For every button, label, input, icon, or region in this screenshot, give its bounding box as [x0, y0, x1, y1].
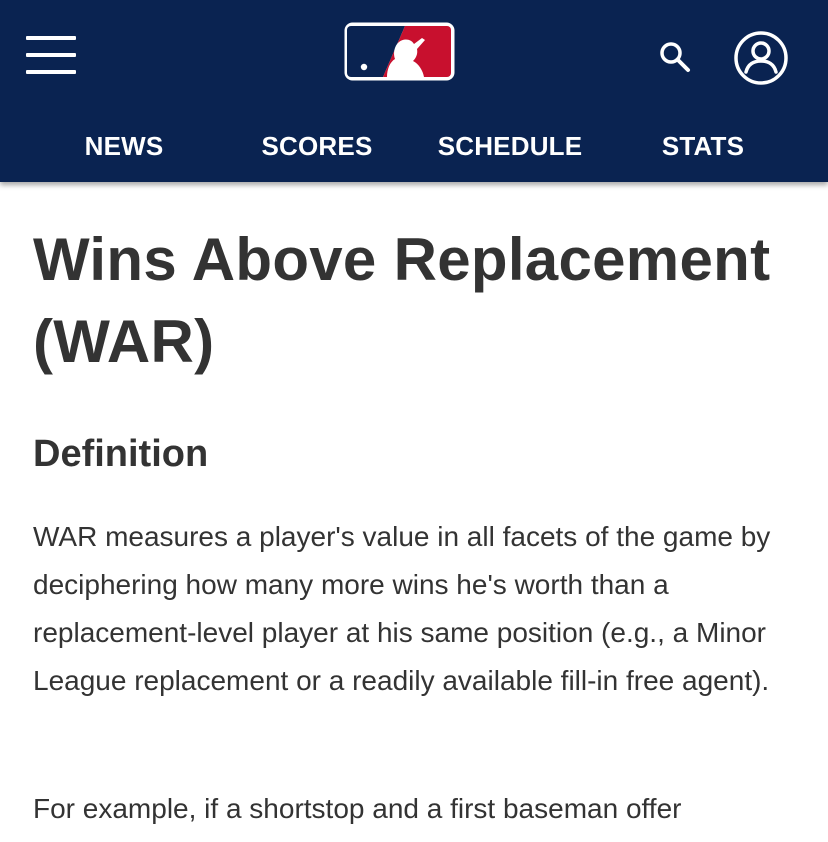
mlb-logo-icon — [344, 22, 455, 81]
definition-paragraph: WAR measures a player's value in all fac… — [33, 521, 771, 696]
nav-schedule[interactable]: SCHEDULE — [420, 124, 600, 168]
nav-stats[interactable]: STATS — [613, 124, 793, 168]
menu-line — [26, 70, 76, 74]
menu-line — [26, 53, 76, 57]
search-icon[interactable] — [658, 40, 692, 74]
search-glyph — [660, 42, 690, 72]
account-glyph — [734, 31, 788, 85]
site-header: NEWS SCORES SCHEDULE STATS — [0, 0, 828, 182]
main-nav: NEWS SCORES SCHEDULE STATS — [0, 124, 828, 168]
section-heading-definition: Definition — [33, 433, 209, 475]
user-account-icon[interactable] — [733, 30, 789, 86]
nav-news[interactable]: NEWS — [34, 124, 214, 168]
mlb-logo[interactable] — [343, 21, 456, 82]
hamburger-menu-icon[interactable] — [26, 36, 76, 76]
example-paragraph: For example, if a shortstop and a first … — [33, 793, 682, 824]
nav-scores[interactable]: SCORES — [227, 124, 407, 168]
page-title: Wins Above Replacement (WAR) — [33, 226, 771, 375]
menu-line — [26, 36, 76, 40]
